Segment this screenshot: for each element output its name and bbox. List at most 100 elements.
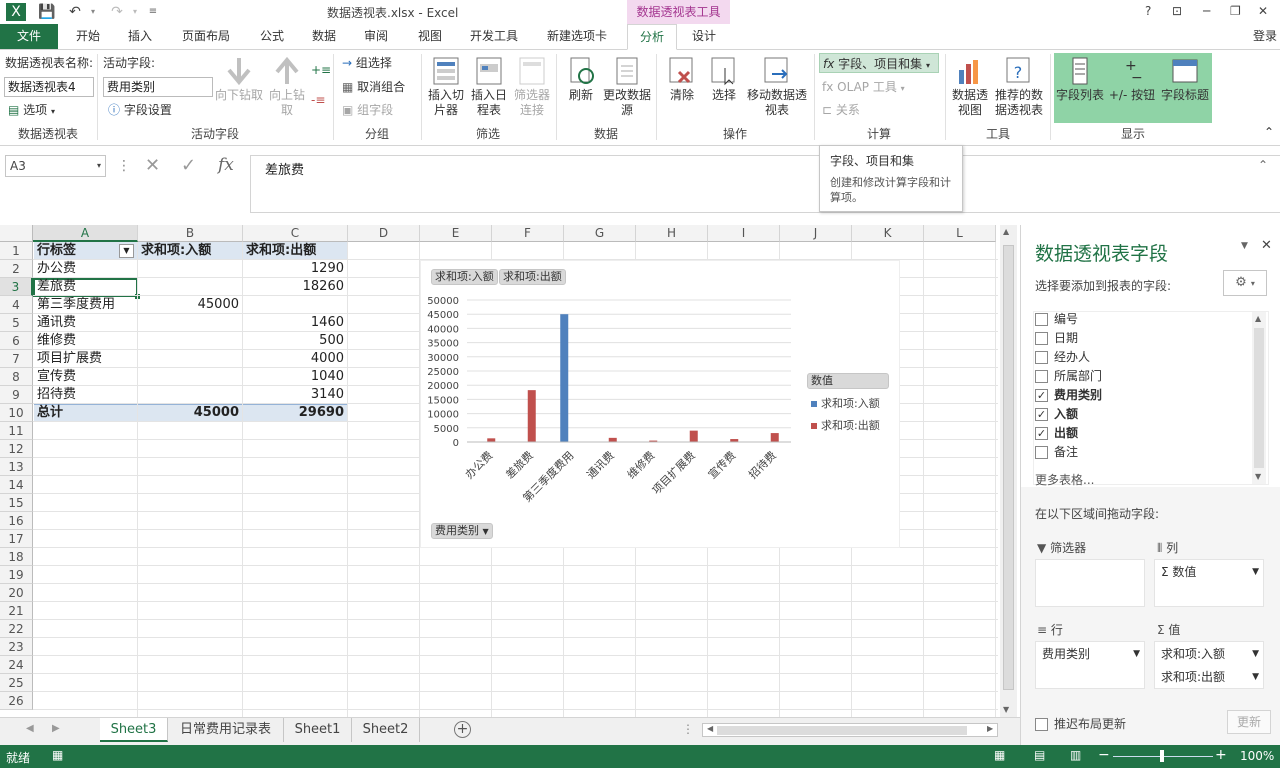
column-header-i[interactable]: I (708, 225, 780, 242)
column-header-h[interactable]: H (636, 225, 708, 242)
pivot-cell-out[interactable] (243, 296, 347, 314)
add-sheet-icon[interactable]: + (454, 721, 471, 738)
move-pivot-button[interactable]: 移动数据透视表 (746, 56, 808, 118)
row-header-13[interactable]: 13 (0, 458, 33, 476)
pivot-row-label[interactable]: 第三季度费用 (37, 296, 137, 314)
pivot-cell-in[interactable] (138, 350, 242, 368)
sheet-tab-daily[interactable]: 日常费用记录表 (168, 718, 284, 742)
help-icon[interactable]: ? (1145, 4, 1151, 18)
column-header-k[interactable]: K (852, 225, 924, 242)
field-list-button[interactable]: 字段列表 (1054, 56, 1106, 103)
legend-title[interactable]: 数值 (807, 373, 889, 389)
row-header-10[interactable]: 10 (0, 404, 33, 422)
redo-dropdown-icon[interactable]: ▾ (126, 3, 144, 21)
horizontal-scrollbar[interactable]: ◀ ▶ (702, 723, 998, 737)
pivot-cell-out[interactable]: 1040 (243, 368, 347, 386)
pivot-cell-in[interactable] (138, 260, 242, 278)
expand-formula-bar-icon[interactable]: ⌃ (1258, 158, 1268, 172)
pivot-header-row-labels[interactable]: 行标签 (37, 242, 127, 260)
checkbox[interactable]: ✓ (1035, 389, 1048, 402)
plus-minus-button[interactable]: + − +/- 按钮 (1106, 56, 1158, 103)
field-item[interactable]: ✓ 入额 (1035, 405, 1078, 424)
row-header-12[interactable]: 12 (0, 440, 33, 458)
checkbox[interactable] (1035, 351, 1048, 364)
scroll-left-icon[interactable]: ◀ (707, 724, 713, 733)
row-header-2[interactable]: 2 (0, 260, 33, 278)
tab-data[interactable]: 数据 (308, 24, 340, 49)
zoom-in-icon[interactable]: + (1215, 747, 1227, 763)
formula-input[interactable]: 差旅费 (250, 155, 1280, 213)
row-field-category[interactable]: 费用类别 ▼ (1036, 644, 1146, 664)
scroll-up-icon[interactable]: ▲ (1255, 314, 1261, 323)
tab-home[interactable]: 开始 (72, 24, 104, 49)
update-button[interactable]: 更新 (1227, 710, 1271, 734)
minimize-icon[interactable]: ─ (1203, 4, 1210, 18)
undo-dropdown-icon[interactable]: ▾ (84, 3, 102, 21)
pivot-cell-in[interactable] (138, 314, 242, 332)
axis-field-button[interactable]: 费用类别 ▼ (431, 523, 493, 539)
insert-slicer-button[interactable]: 插入切片器 (425, 56, 467, 118)
customize-toolbar-icon[interactable]: ≡ (144, 3, 162, 21)
column-header-b[interactable]: B (138, 225, 243, 242)
refresh-button[interactable]: 刷新 (560, 56, 602, 103)
field-item[interactable]: 编号 (1035, 310, 1078, 329)
pivot-cell-out[interactable]: 18260 (243, 278, 347, 296)
checkbox[interactable]: ✓ (1035, 427, 1048, 440)
tab-file[interactable]: 文件 (0, 24, 58, 49)
pivot-total-out[interactable]: 29690 (243, 404, 347, 422)
group-selection-button[interactable]: → 组选择 (342, 53, 392, 73)
collapse-field-icon[interactable]: -≡ (311, 90, 325, 110)
pivot-name-input[interactable]: 数据透视表4 (4, 77, 94, 97)
close-icon[interactable]: ✕ (1258, 4, 1268, 18)
macro-record-icon[interactable]: ▦ (52, 748, 63, 762)
value-field-out[interactable]: 求和项:出额 ▼ (1155, 667, 1265, 687)
pivot-chart[interactable]: 求和项:入额 求和项:出额 50000 45000 40000 35000 30000 2… (420, 260, 900, 548)
row-header-18[interactable]: 18 (0, 548, 33, 566)
row-header-17[interactable]: 17 (0, 530, 33, 548)
tab-view[interactable]: 视图 (414, 24, 446, 49)
value-field-in[interactable]: 求和项:入额 ▼ (1155, 644, 1265, 664)
pivot-chart-button[interactable]: 数据透视图 (950, 56, 990, 118)
signin-link[interactable]: 登录 (1250, 24, 1280, 49)
change-source-button[interactable]: 更改数据源 (603, 56, 651, 118)
field-item[interactable]: 经办人 (1035, 348, 1090, 367)
column-header-f[interactable]: F (492, 225, 564, 242)
row-header-26[interactable]: 26 (0, 692, 33, 710)
options-button[interactable]: ▤ 选项 ▾ (8, 100, 55, 120)
field-headers-button[interactable]: 字段标题 (1158, 56, 1212, 103)
tab-design[interactable]: 设计 (688, 24, 720, 49)
restore-icon[interactable]: ❐ (1230, 4, 1241, 18)
pivot-cell-out[interactable]: 4000 (243, 350, 347, 368)
scroll-right-icon[interactable]: ▶ (987, 724, 993, 733)
pivot-row-label[interactable]: 维修费 (37, 332, 137, 350)
next-sheet-icon[interactable]: ▶ (52, 723, 60, 734)
pivot-row-label[interactable]: 差旅费 (37, 278, 137, 296)
row-header-8[interactable]: 8 (0, 368, 33, 386)
row-labels-filter-button[interactable]: ▼ (119, 244, 134, 258)
column-header-j[interactable]: J (780, 225, 852, 242)
collapse-ribbon-icon[interactable]: ⌃ (1264, 122, 1274, 142)
olap-tools-button[interactable]: fx OLAP 工具 ▾ (822, 77, 905, 97)
column-field-values[interactable]: Σ 数值 ▼ (1155, 562, 1265, 582)
cancel-icon[interactable]: ✕ (145, 155, 160, 176)
field-list-scroll-thumb[interactable] (1254, 328, 1264, 468)
pivot-cell-in[interactable]: 45000 (138, 296, 242, 314)
tab-page-layout[interactable]: 页面布局 (178, 24, 234, 49)
tab-analyze[interactable]: 分析 (627, 24, 677, 50)
row-header-19[interactable]: 19 (0, 566, 33, 584)
rows-area[interactable]: 费用类别 ▼ (1035, 641, 1145, 689)
filter-connections-button[interactable]: 筛选器连接 (511, 56, 553, 118)
tab-split-grip-icon[interactable]: ⋮ (682, 722, 694, 736)
ribbon-display-icon[interactable]: ⊡ (1172, 4, 1182, 18)
fields-items-sets-button[interactable]: fx 字段、项目和集 ▾ (819, 53, 939, 73)
checkbox[interactable] (1035, 718, 1048, 731)
horizontal-scroll-thumb[interactable] (717, 726, 967, 735)
row-header-21[interactable]: 21 (0, 602, 33, 620)
expand-field-icon[interactable]: +≡ (311, 60, 331, 80)
field-item[interactable]: ✓ 出额 (1035, 424, 1078, 443)
page-layout-view-icon[interactable]: ▤ (1034, 748, 1045, 762)
checkbox[interactable] (1035, 313, 1048, 326)
pivot-row-label[interactable]: 通讯费 (37, 314, 137, 332)
row-header-25[interactable]: 25 (0, 674, 33, 692)
pivot-cell-out[interactable]: 1290 (243, 260, 347, 278)
